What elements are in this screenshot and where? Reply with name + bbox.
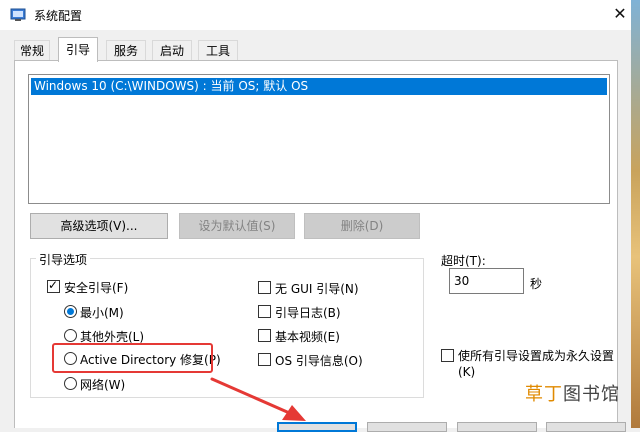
system-config-icon: [10, 7, 26, 23]
watermark-text: 图书馆: [563, 384, 620, 405]
safe-boot-label: 安全引导(F): [64, 281, 129, 295]
network-label: 网络(W): [80, 378, 126, 392]
minimal-radio[interactable]: [64, 305, 77, 318]
make-permanent-label: 使所有引导设置成为永久设置: [458, 349, 615, 363]
timeout-label: 超时(T):: [441, 254, 486, 268]
set-default-button[interactable]: 设为默认值(S): [179, 213, 295, 239]
make-permanent-label-key: (K): [458, 365, 476, 379]
os-boot-info-checkbox[interactable]: [258, 353, 271, 366]
os-list-item[interactable]: Windows 10 (C:\WINDOWS) : 当前 OS; 默认 OS: [31, 78, 607, 95]
apply-button[interactable]: [457, 422, 537, 432]
alternate-shell-radio[interactable]: [64, 329, 77, 342]
boot-options-label: 引导选项: [36, 251, 91, 268]
delete-button[interactable]: 删除(D): [304, 213, 420, 239]
close-icon[interactable]: ✕: [610, 3, 630, 25]
window-title: 系统配置: [34, 9, 83, 23]
make-permanent-checkbox[interactable]: [441, 349, 454, 362]
minimal-label: 最小(M): [80, 306, 124, 320]
boot-log-checkbox[interactable]: [258, 305, 271, 318]
advanced-options-button[interactable]: 高级选项(V)...: [30, 213, 168, 239]
tab-general[interactable]: 常规: [14, 40, 50, 60]
watermark: 草丁图书馆: [525, 380, 620, 406]
help-button[interactable]: [546, 422, 626, 432]
os-boot-info-label: OS 引导信息(O): [275, 354, 363, 368]
timeout-unit: 秒: [530, 277, 543, 291]
ok-button[interactable]: [277, 422, 357, 432]
tab-services[interactable]: 服务: [106, 40, 146, 60]
os-list[interactable]: Windows 10 (C:\WINDOWS) : 当前 OS; 默认 OS: [28, 74, 610, 204]
tab-tools[interactable]: 工具: [198, 40, 238, 60]
tab-boot[interactable]: 引导: [58, 37, 98, 62]
no-gui-boot-label: 无 GUI 引导(N): [275, 282, 359, 296]
annotation-highlight-box: [52, 343, 213, 373]
title-bar: [0, 0, 631, 30]
boot-log-label: 引导日志(B): [275, 306, 341, 320]
base-video-label: 基本视频(E): [275, 330, 340, 344]
timeout-input[interactable]: 30: [449, 268, 524, 294]
safe-boot-checkbox[interactable]: [47, 278, 60, 293]
network-radio[interactable]: [64, 377, 77, 390]
desktop-background: [631, 0, 640, 428]
base-video-checkbox[interactable]: [258, 329, 271, 342]
watermark-accent: 草丁: [525, 384, 563, 405]
cancel-button[interactable]: [367, 422, 447, 432]
no-gui-boot-checkbox[interactable]: [258, 281, 271, 294]
tab-startup[interactable]: 启动: [152, 40, 192, 60]
